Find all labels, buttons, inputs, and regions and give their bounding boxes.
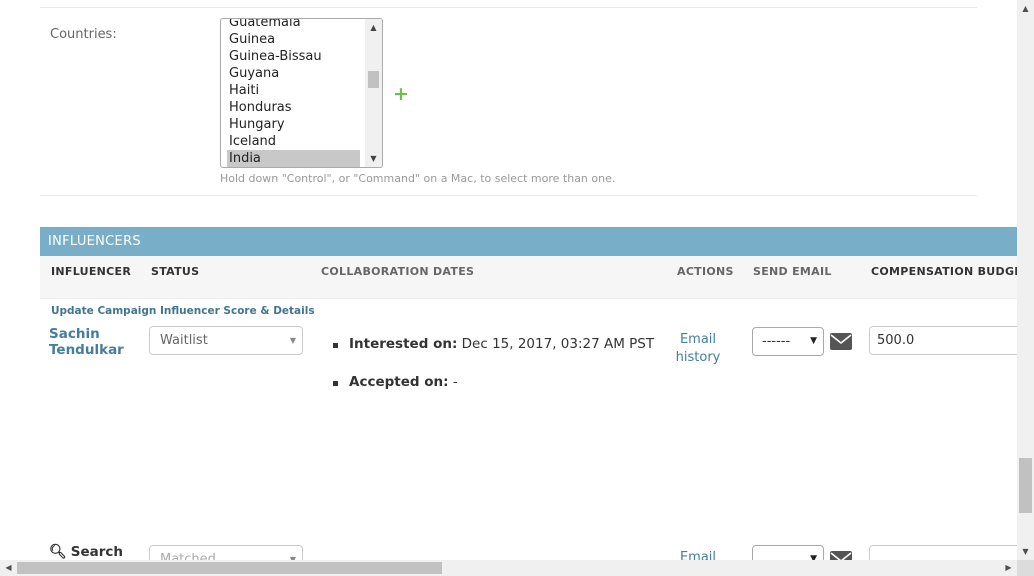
scroll-up-arrow-icon[interactable]: ▲ — [1017, 0, 1034, 17]
top-divider — [40, 7, 977, 8]
page-content: Countries: Guatemala Guinea Guinea-Bissa… — [0, 0, 1017, 560]
compensation-budget-input[interactable] — [869, 545, 1017, 560]
status-select[interactable]: Matched ▼ — [149, 545, 303, 560]
scroll-left-arrow-icon[interactable]: ◀ — [0, 560, 17, 576]
country-option[interactable]: Guinea-Bissau — [227, 48, 360, 65]
email-history-link[interactable]: Email — [675, 549, 721, 560]
header-actions: ACTIONS — [677, 265, 734, 278]
chevron-down-icon: ▼ — [289, 336, 296, 345]
status-value: Waitlist — [160, 333, 208, 348]
countries-multiselect[interactable]: Guatemala Guinea Guinea-Bissau Guyana Ha… — [220, 18, 383, 168]
section-divider — [40, 195, 977, 196]
country-option[interactable]: Guinea — [227, 31, 360, 48]
influencers-caption: INFLUENCERS — [40, 227, 1017, 256]
header-status: STATUS — [151, 265, 200, 278]
country-option-selected[interactable]: India — [227, 150, 360, 167]
send-email-select[interactable]: ------ ▼ — [752, 327, 824, 356]
listbox-scroll-thumb[interactable] — [368, 71, 379, 88]
magnifier-icon: 🔍︎ — [49, 544, 67, 560]
accepted-on-label: Accepted on: — [349, 374, 449, 390]
envelope-icon[interactable] — [830, 551, 852, 560]
status-value: Matched — [160, 552, 216, 560]
country-option[interactable]: Guyana — [227, 65, 360, 82]
listbox-scrollbar[interactable]: ▲ ▼ — [365, 19, 382, 167]
update-score-link[interactable]: Update Campaign Influencer Score & Detai… — [51, 305, 315, 317]
multiselect-help-text: Hold down "Control", or "Command" on a M… — [220, 172, 616, 185]
scroll-down-arrow-icon[interactable]: ▼ — [365, 150, 382, 167]
send-email-value: ------ — [762, 334, 791, 349]
scrollbar-corner — [1017, 560, 1034, 576]
envelope-icon[interactable] — [830, 333, 852, 350]
interested-on-value: Dec 15, 2017, 03:27 AM PST — [461, 336, 655, 352]
influencer-name-link[interactable]: Sachin Tendulkar — [49, 326, 139, 358]
search-influencer-link[interactable]: 🔍︎ Search — [49, 544, 123, 560]
email-history-link[interactable]: Email history — [675, 331, 721, 367]
header-influencer: INFLUENCER — [51, 265, 132, 278]
influencers-table-header: INFLUENCER STATUS COLLABORATION DATES AC… — [40, 256, 1017, 299]
interested-on-item: Interested on: Dec 15, 2017, 03:27 AM PS… — [333, 336, 654, 374]
horizontal-scrollbar[interactable]: ◀ ▶ — [0, 560, 1017, 576]
country-option[interactable]: Haiti — [227, 82, 360, 99]
collaboration-dates-list: Interested on: Dec 15, 2017, 03:27 AM PS… — [333, 336, 654, 412]
chevron-down-icon: ▼ — [810, 336, 817, 346]
scroll-right-arrow-icon[interactable]: ▶ — [1000, 560, 1017, 576]
header-send-email: SEND EMAIL — [753, 265, 832, 278]
accepted-on-item: Accepted on: - — [333, 374, 654, 412]
country-option[interactable]: Hungary — [227, 116, 360, 133]
scroll-down-arrow-icon[interactable]: ▼ — [1017, 543, 1034, 560]
accepted-on-value: - — [452, 374, 458, 390]
horizontal-scroll-thumb[interactable] — [17, 562, 442, 574]
chevron-down-icon: ▼ — [810, 554, 817, 560]
vertical-scrollbar[interactable]: ▲ ▼ — [1017, 0, 1034, 560]
send-email-select[interactable]: ▼ — [752, 545, 824, 560]
chevron-down-icon: ▼ — [289, 555, 296, 560]
compensation-budget-input[interactable]: 500.0 — [869, 326, 1017, 355]
vertical-scroll-thumb[interactable] — [1019, 458, 1032, 513]
countries-label: Countries: — [50, 27, 117, 42]
country-option[interactable]: Iceland — [227, 133, 360, 150]
header-compensation-budget: COMPENSATION BUDGE — [871, 265, 1017, 278]
interested-on-label: Interested on: — [349, 336, 458, 352]
country-option[interactable]: Honduras — [227, 99, 360, 116]
country-option[interactable]: Guatemala — [227, 19, 360, 31]
status-select[interactable]: Waitlist ▼ — [149, 326, 303, 355]
add-country-plus-icon[interactable]: + — [393, 84, 409, 104]
scroll-up-arrow-icon[interactable]: ▲ — [365, 19, 382, 36]
header-collaboration-dates: COLLABORATION DATES — [321, 265, 475, 278]
search-label: Search — [70, 544, 124, 560]
